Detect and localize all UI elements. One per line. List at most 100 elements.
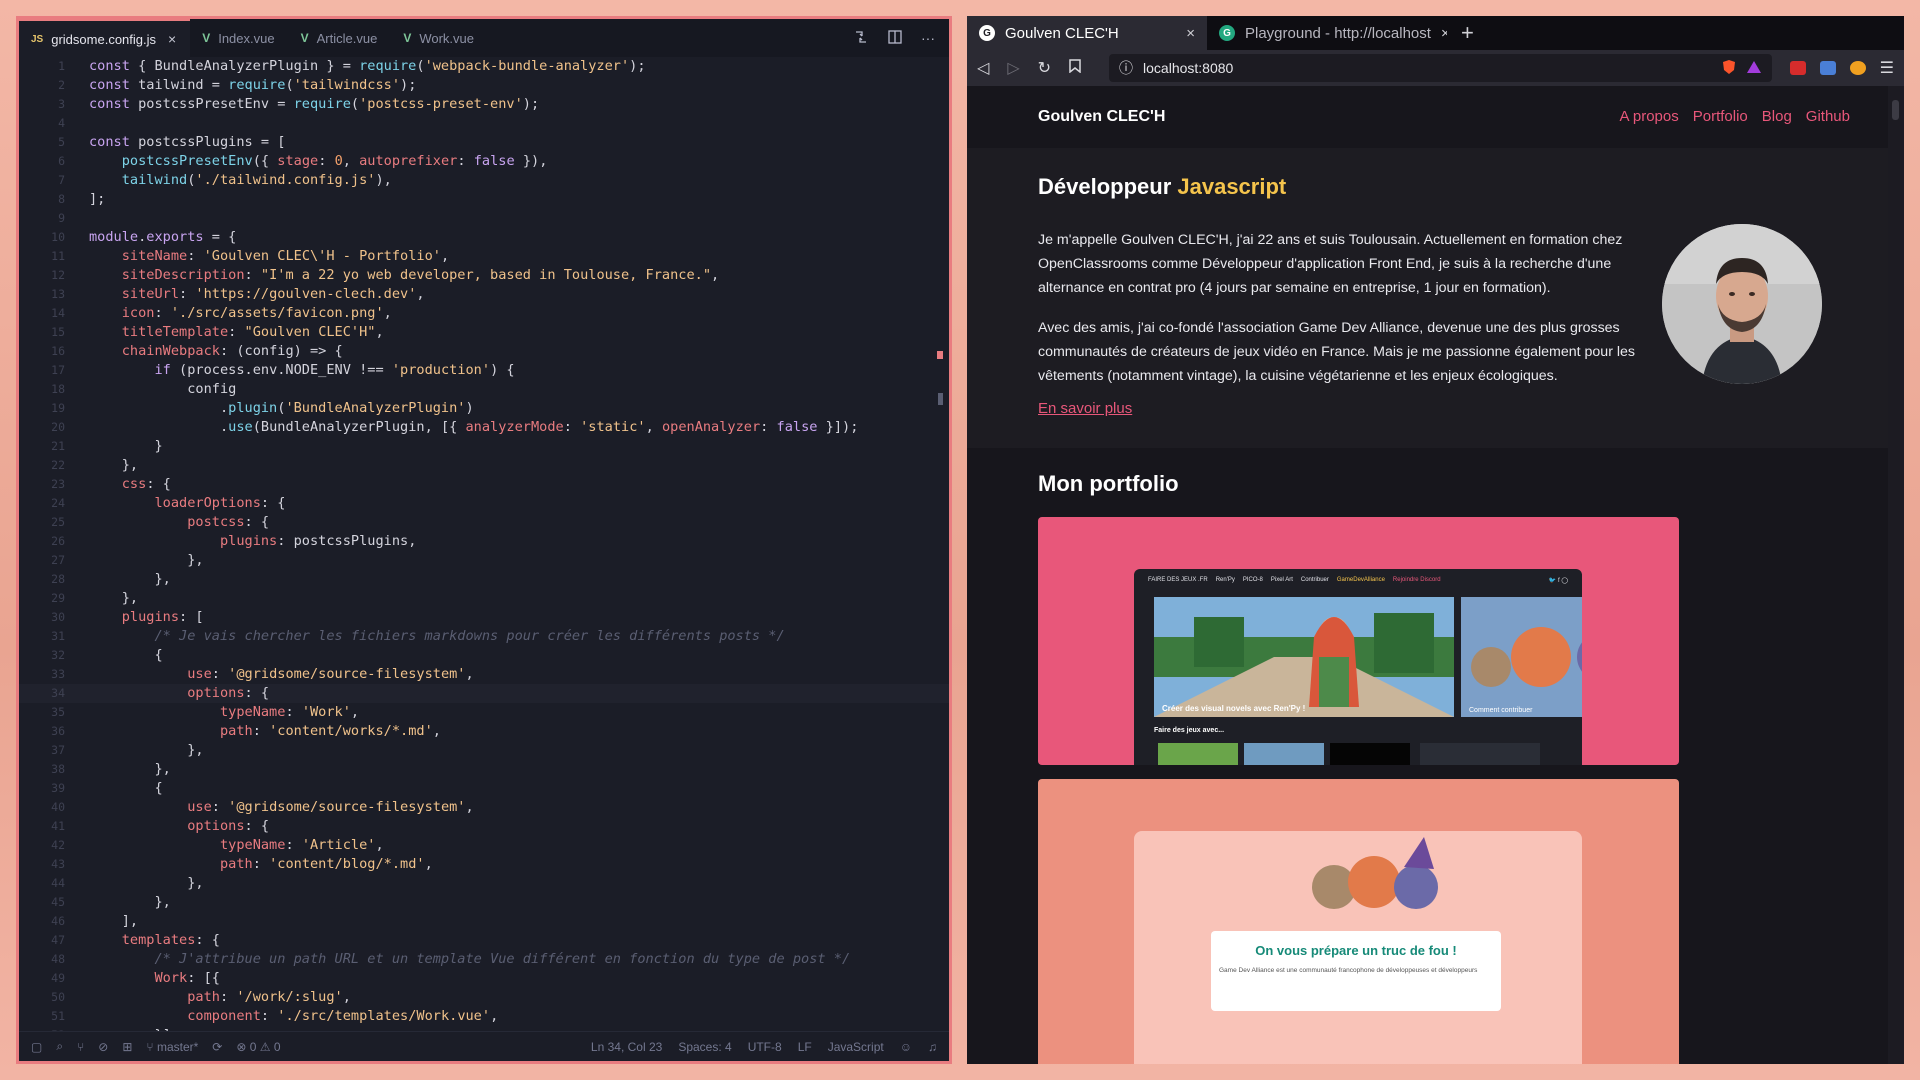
scrollbar-thumb[interactable] [938, 393, 943, 405]
code-line[interactable]: 48 /* J'attribue un path URL et un templ… [19, 950, 949, 969]
tab-article-vue[interactable]: V Article.vue [289, 19, 392, 57]
code-line[interactable]: 45 }, [19, 893, 949, 912]
code-line[interactable]: 34 options: { [19, 684, 949, 703]
code-line[interactable]: 12 siteDescription: "I'm a 22 yo web dev… [19, 266, 949, 285]
code-line[interactable]: 5 const postcssPlugins = [ [19, 133, 949, 152]
code-line[interactable]: 35 typeName: 'Work', [19, 703, 949, 722]
site-info-icon[interactable]: ⓘ [1119, 58, 1133, 78]
code-line[interactable]: 49 Work: [{ [19, 969, 949, 988]
browser-tab-portfolio[interactable]: G Goulven CLEC'H × [967, 16, 1207, 50]
code-line[interactable]: 27 }, [19, 551, 949, 570]
code-line[interactable]: 50 path: '/work/:slug', [19, 988, 949, 1007]
code-line[interactable]: 26 plugins: postcssPlugins, [19, 532, 949, 551]
code-line[interactable]: 21 } [19, 437, 949, 456]
code-line[interactable]: 30 plugins: [ [19, 608, 949, 627]
code-line[interactable]: 23 css: { [19, 475, 949, 494]
indentation[interactable]: Spaces: 4 [678, 1040, 731, 1054]
code-line[interactable]: 1 const { BundleAnalyzerPlugin } = requir… [19, 57, 949, 76]
nav-portfolio-link[interactable]: Portfolio [1693, 108, 1748, 125]
code-line[interactable]: 9 [19, 209, 949, 228]
extension-translate-icon[interactable] [1819, 61, 1836, 75]
code-line[interactable]: 2 const tailwind = require('tailwindcss')… [19, 76, 949, 95]
encoding[interactable]: UTF-8 [748, 1040, 782, 1054]
browser-tab-playground[interactable]: G Playground - http://localhost × [1207, 16, 1447, 50]
tab-index-vue[interactable]: V Index.vue [190, 19, 288, 57]
new-tab-button[interactable]: + [1447, 16, 1488, 50]
feedback-icon[interactable]: ☺ [900, 1040, 912, 1054]
code-line[interactable]: 11 siteName: 'Goulven CLEC\'H - Portfoli… [19, 247, 949, 266]
search-icon[interactable]: ⌕ [56, 1039, 63, 1054]
reload-icon[interactable]: ↻ [1038, 58, 1051, 78]
extension-lastpass-icon[interactable] [1789, 61, 1806, 75]
code-line[interactable]: 6 postcssPresetEnv({ stage: 0, autoprefi… [19, 152, 949, 171]
notifications-icon[interactable]: ♫ [928, 1040, 937, 1054]
back-icon[interactable]: ◁ [977, 58, 989, 78]
portfolio-card-game-dev-alliance[interactable]: On vous prépare un truc de fou ! Game De… [1038, 779, 1679, 1064]
close-tab-icon[interactable]: × [1186, 25, 1195, 42]
bookmark-icon[interactable] [1069, 58, 1081, 78]
code-line[interactable]: 13 siteUrl: 'https://goulven-clech.dev', [19, 285, 949, 304]
code-line[interactable]: 37 }, [19, 741, 949, 760]
code-line[interactable]: 29 }, [19, 589, 949, 608]
code-line[interactable]: 40 use: '@gridsome/source-filesystem', [19, 798, 949, 817]
code-line[interactable]: 19 .plugin('BundleAnalyzerPlugin') [19, 399, 949, 418]
code-area[interactable]: 1 const { BundleAnalyzerPlugin } = requir… [19, 57, 949, 1043]
code-line[interactable]: 14 icon: './src/assets/favicon.png', [19, 304, 949, 323]
code-line[interactable]: 15 titleTemplate: "Goulven CLEC'H", [19, 323, 949, 342]
nav-github-link[interactable]: Github [1806, 108, 1850, 125]
language-mode[interactable]: JavaScript [828, 1040, 884, 1054]
code-line[interactable]: 24 loaderOptions: { [19, 494, 949, 513]
problems-indicator[interactable]: ⊗ 0 ⚠ 0 [236, 1040, 280, 1054]
brave-rewards-icon[interactable] [1746, 60, 1762, 77]
code-line[interactable]: 8]; [19, 190, 949, 209]
explorer-icon[interactable]: ▢ [31, 1040, 42, 1054]
brave-shields-icon[interactable] [1722, 59, 1736, 78]
code-line[interactable]: 4 [19, 114, 949, 133]
code-line[interactable]: 38 }, [19, 760, 949, 779]
code-line[interactable]: 16 chainWebpack: (config) => { [19, 342, 949, 361]
git-branch[interactable]: ⑂ master* [146, 1040, 198, 1054]
code-line[interactable]: 46 ], [19, 912, 949, 931]
code-line[interactable]: 3 const postcssPresetEnv = require('postc… [19, 95, 949, 114]
line-ending[interactable]: LF [798, 1040, 812, 1054]
close-icon[interactable]: × [168, 31, 176, 47]
code-line[interactable]: 51 component: './src/templates/Work.vue'… [19, 1007, 949, 1026]
code-line[interactable]: 39 { [19, 779, 949, 798]
debug-icon[interactable]: ⊘ [98, 1040, 108, 1054]
code-line[interactable]: 36 path: 'content/works/*.md', [19, 722, 949, 741]
tab-gridsome-config[interactable]: JS gridsome.config.js × [19, 19, 191, 57]
code-line[interactable]: 7 tailwind('./tailwind.config.js'), [19, 171, 949, 190]
tab-work-vue[interactable]: V Work.vue [391, 19, 488, 57]
extension-metamask-icon[interactable] [1849, 61, 1866, 75]
code-line[interactable]: 43 path: 'content/blog/*.md', [19, 855, 949, 874]
code-line[interactable]: 20 .use(BundleAnalyzerPlugin, [{ analyze… [19, 418, 949, 437]
code-line[interactable]: 41 options: { [19, 817, 949, 836]
more-actions-icon[interactable]: ··· [921, 30, 935, 46]
code-line[interactable]: 17 if (process.env.NODE_ENV !== 'product… [19, 361, 949, 380]
code-line[interactable]: 42 typeName: 'Article', [19, 836, 949, 855]
code-line[interactable]: 33 use: '@gridsome/source-filesystem', [19, 665, 949, 684]
code-line[interactable]: 31 /* Je vais chercher les fichiers mark… [19, 627, 949, 646]
extensions-icon[interactable]: ⊞ [122, 1040, 132, 1054]
cursor-position[interactable]: Ln 34, Col 23 [591, 1040, 662, 1054]
code-line[interactable]: 25 postcss: { [19, 513, 949, 532]
code-line[interactable]: 22 }, [19, 456, 949, 475]
forward-icon[interactable]: ▷ [1007, 58, 1019, 78]
sync-icon[interactable]: ⟳ [212, 1040, 222, 1054]
code-line[interactable]: 10 module.exports = { [19, 228, 949, 247]
compare-changes-icon[interactable] [853, 29, 869, 48]
source-control-icon[interactable]: ⑂ [77, 1040, 84, 1054]
nav-about-link[interactable]: A propos [1620, 108, 1679, 125]
address-bar[interactable]: ⓘ localhost:8080 [1109, 54, 1772, 82]
page-scrollbar[interactable] [1888, 86, 1904, 1064]
menu-icon[interactable]: ☰ [1880, 58, 1894, 78]
site-title[interactable]: Goulven CLEC'H [1038, 108, 1165, 126]
code-line[interactable]: 32 { [19, 646, 949, 665]
code-line[interactable]: 44 }, [19, 874, 949, 893]
code-line[interactable]: 47 templates: { [19, 931, 949, 950]
portfolio-card-faire-des-jeux[interactable]: FAIRE DES JEUX .FR Ren'Py PICO-8 Pixel A… [1038, 517, 1679, 765]
code-line[interactable]: 18 config [19, 380, 949, 399]
code-line[interactable]: 28 }, [19, 570, 949, 589]
nav-blog-link[interactable]: Blog [1762, 108, 1792, 125]
split-editor-icon[interactable] [887, 29, 903, 48]
